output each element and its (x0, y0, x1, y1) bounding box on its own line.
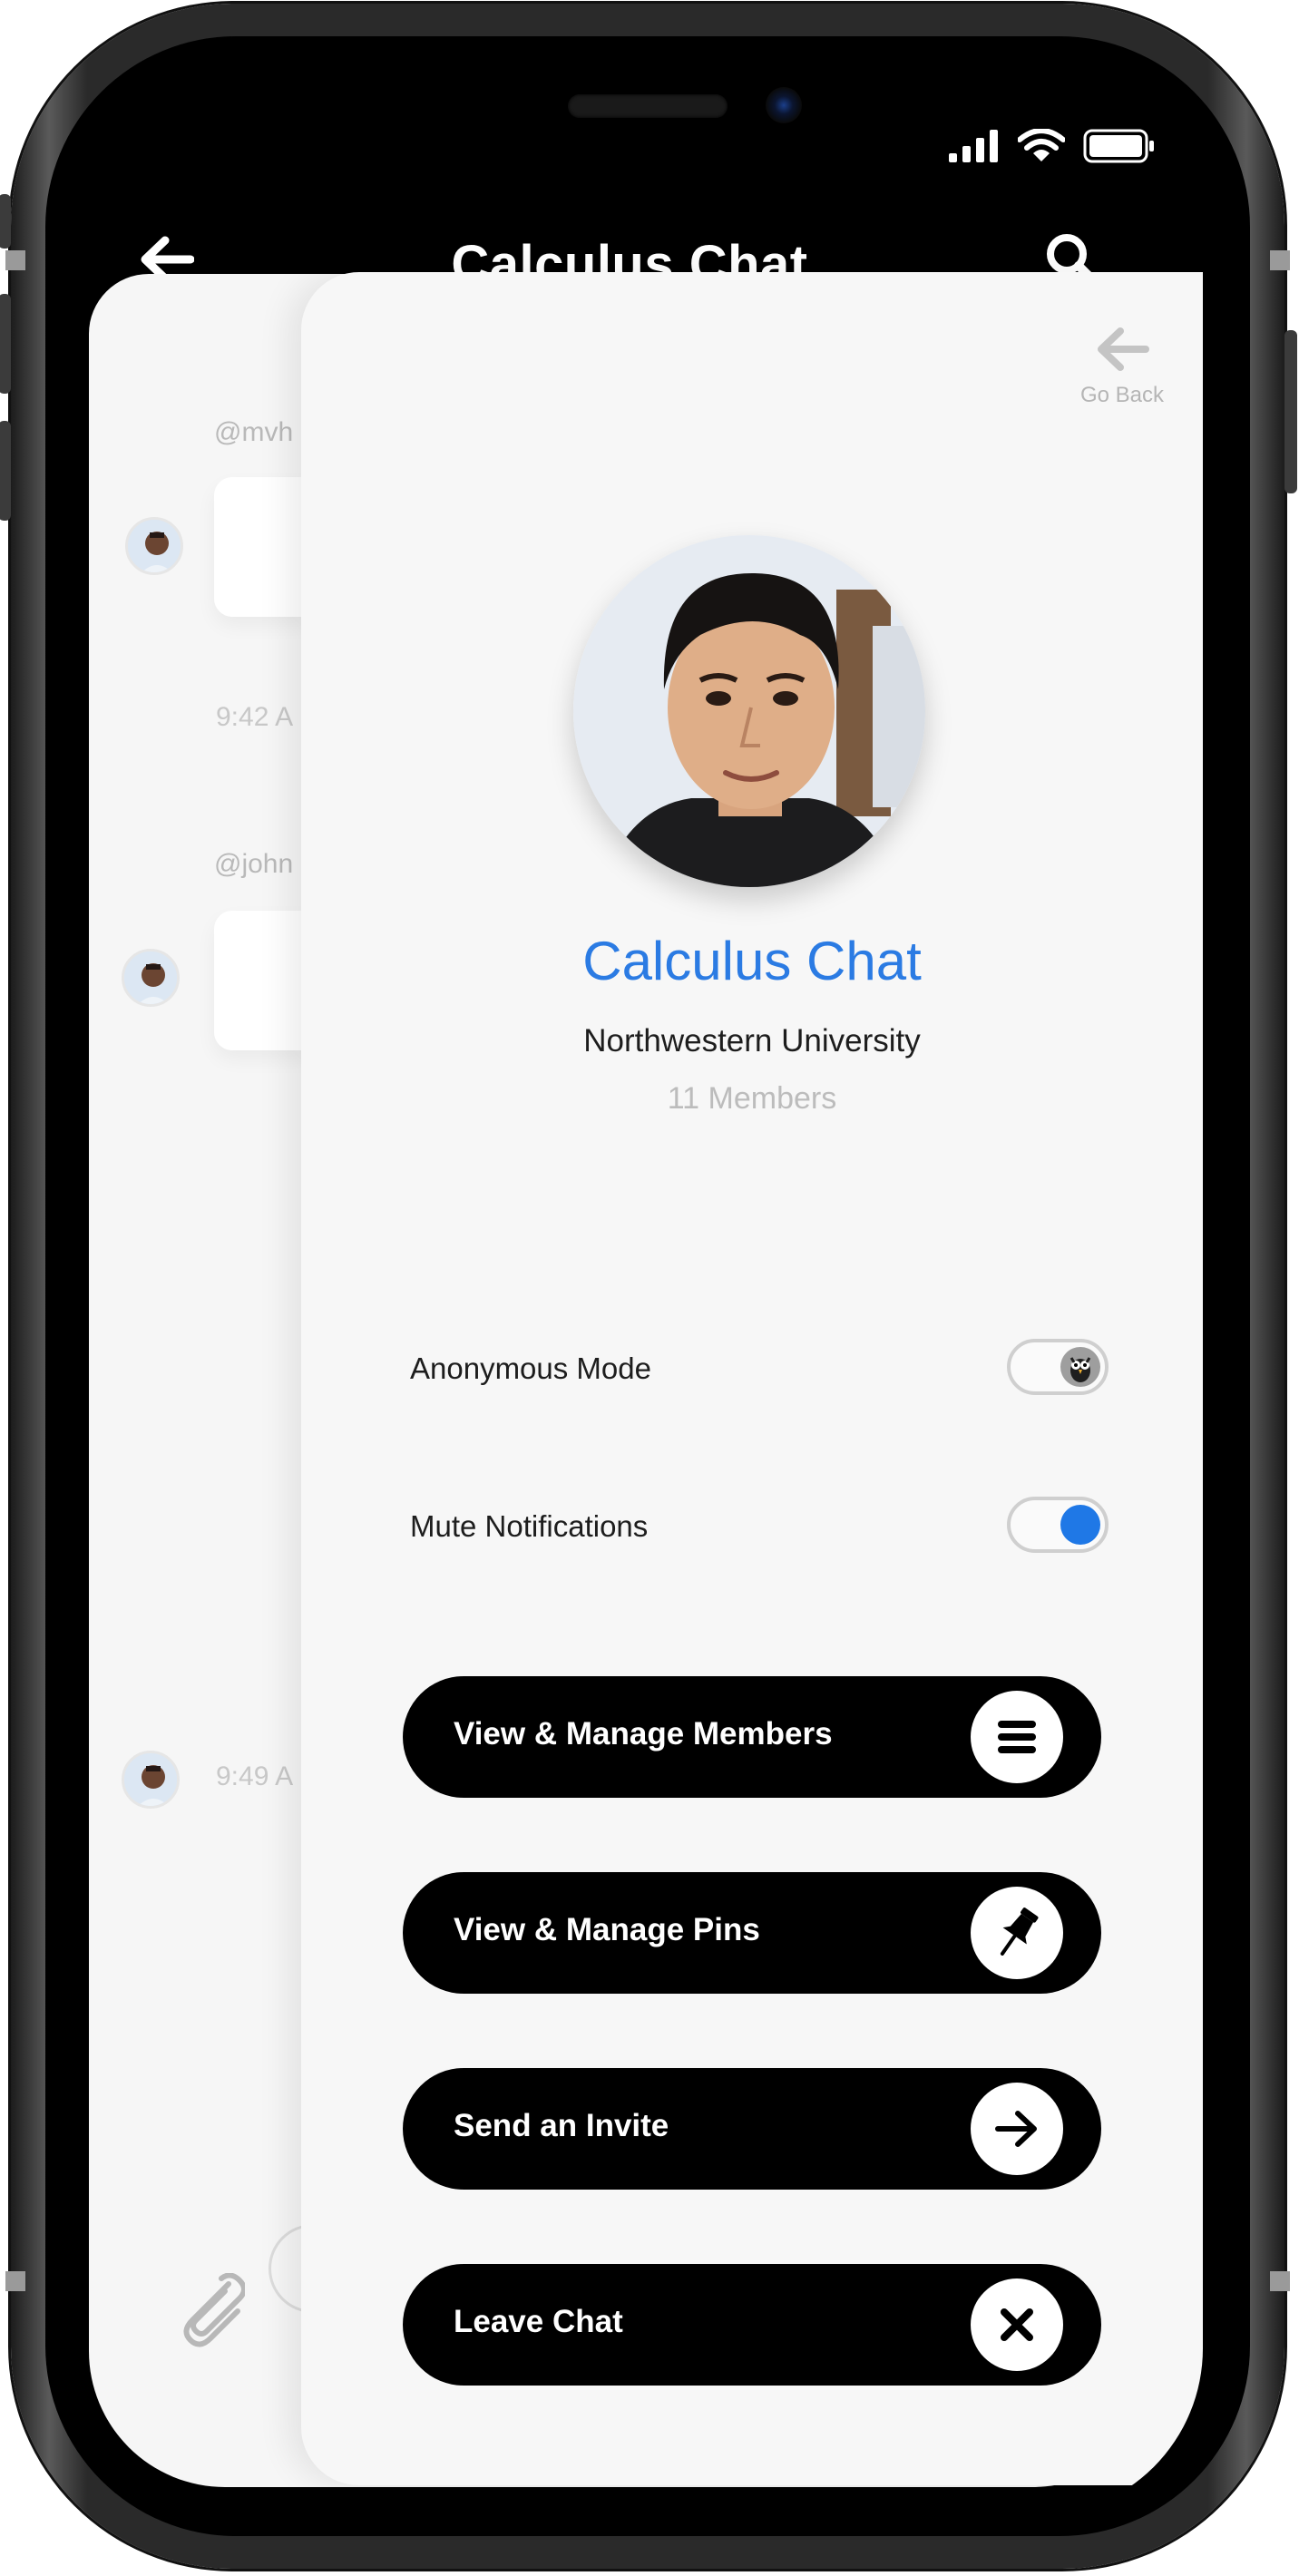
antenna-band (1270, 250, 1290, 270)
view-pins-button[interactable]: View & Manage Pins (403, 1872, 1101, 1994)
antenna-band (1270, 2271, 1290, 2291)
go-back-label: Go Back (1079, 383, 1165, 407)
antenna-band (5, 250, 25, 270)
go-back-button[interactable]: Go Back (1054, 327, 1190, 408)
anonymous-mode-toggle[interactable] (1007, 1339, 1109, 1395)
avatar (125, 517, 183, 575)
button-label: View & Manage Members (454, 1716, 833, 1751)
power-button (1284, 330, 1297, 493)
paperclip-icon[interactable] (174, 2273, 245, 2349)
avatar (122, 949, 180, 1007)
group-name: Calculus Chat (582, 931, 922, 991)
button-label: Leave Chat (454, 2304, 623, 2339)
message-time: 9:42 A (216, 702, 294, 732)
setting-anonymous-mode: Anonymous Mode (410, 1339, 1109, 1402)
front-camera (766, 87, 802, 123)
toggle-knob (1060, 1505, 1100, 1545)
mute-notifications-toggle[interactable] (1007, 1497, 1109, 1553)
message-username: @john (214, 849, 294, 879)
setting-mute-notifications: Mute Notifications (410, 1497, 1109, 1560)
message-username: @mvh (214, 417, 294, 447)
message-time: 9:49 A (216, 1761, 294, 1791)
silent-switch (0, 194, 11, 249)
list-icon (971, 1691, 1063, 1783)
speaker-grille (568, 94, 728, 118)
arrow-left-icon (1098, 327, 1149, 371)
pin-icon (971, 1887, 1063, 1979)
group-school: Northwestern University (583, 1023, 921, 1059)
close-icon (971, 2278, 1063, 2371)
avatar (122, 1751, 180, 1809)
group-avatar (573, 535, 925, 887)
member-count: 11 Members (667, 1081, 837, 1116)
status-bar (949, 129, 1156, 163)
button-label: View & Manage Pins (454, 1912, 760, 1947)
battery-icon (1083, 129, 1154, 163)
volume-up-button (0, 294, 11, 394)
chat-info-panel: Go Back Calculus Chat Northwestern Unive… (301, 272, 1203, 2485)
view-members-button[interactable]: View & Manage Members (403, 1676, 1101, 1798)
owl-icon (1060, 1347, 1100, 1387)
antenna-band (5, 2271, 25, 2291)
screen: Calculus Chat @mvh 9:42 A @john 9:49 A G… (56, 51, 1203, 2516)
arrow-right-icon (971, 2083, 1063, 2175)
setting-label: Anonymous Mode (410, 1351, 651, 1385)
leave-chat-button[interactable]: Leave Chat (403, 2264, 1101, 2386)
signal-icon (949, 130, 998, 162)
button-label: Send an Invite (454, 2108, 669, 2143)
setting-label: Mute Notifications (410, 1509, 649, 1543)
volume-down-button (0, 421, 11, 521)
send-invite-button[interactable]: Send an Invite (403, 2068, 1101, 2190)
wifi-icon (1018, 129, 1065, 161)
